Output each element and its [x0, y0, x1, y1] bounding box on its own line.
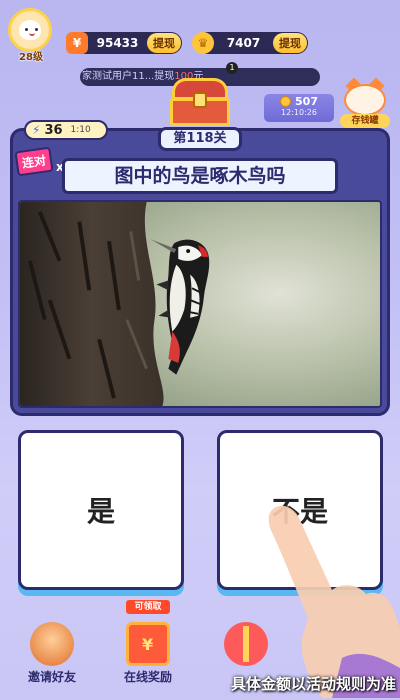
combo-label: 连对	[14, 146, 54, 177]
invite-friends-label: 邀请好友	[27, 670, 76, 684]
avatar-eye	[25, 28, 28, 31]
piggy-bank-label: 存钱罐	[340, 114, 390, 128]
level-indicator: 第118关	[158, 127, 242, 151]
invite-friends-icon	[30, 622, 74, 666]
answer-yes-button[interactable]: 是	[18, 430, 184, 590]
gold-withdraw-button[interactable]: 提现	[273, 33, 307, 53]
energy-count: 36	[44, 122, 63, 138]
ticker-prefix: 家测试用户11...提现	[82, 71, 175, 82]
cash-value: 95433	[96, 36, 139, 50]
piggy-timer: 12:10:26	[281, 108, 317, 117]
gold-balance: ♛ 7407 提现	[192, 32, 308, 54]
answer-yes-label: 是	[86, 495, 115, 528]
piggy-bank-button[interactable]: 存钱罐	[338, 77, 392, 128]
red-envelope-icon	[126, 622, 170, 666]
question-text: 图中的鸟是啄木鸟吗	[62, 158, 338, 194]
claimable-badge: 可领取	[126, 600, 170, 614]
user-avatar-block[interactable]: 28级	[8, 8, 54, 63]
cash-balance: ¥ 95433 提现	[66, 32, 182, 54]
gold-value: 7407	[226, 36, 261, 50]
avatar[interactable]	[8, 8, 52, 52]
pointing-hand-icon	[268, 505, 400, 698]
disclaimer-caption: 具体金额以活动规则为准	[230, 675, 396, 693]
cash-icon: ¥	[66, 32, 88, 54]
invite-friends-button[interactable]: 邀请好友	[12, 622, 92, 685]
question-image	[18, 200, 382, 408]
woodpecker-photo	[20, 202, 380, 406]
piggy-bank-icon	[344, 84, 386, 116]
chest-lock	[193, 92, 207, 108]
piggy-coin-value: 507	[295, 95, 318, 108]
piggy-bank-coins[interactable]: 507 12:10:26	[264, 94, 334, 122]
coin-icon	[280, 96, 292, 107]
treasure-chest-icon[interactable]	[168, 78, 232, 128]
cash-withdraw-button[interactable]: 提现	[147, 33, 181, 53]
energy-timer: 1:10	[70, 125, 91, 135]
piggy-coin-row: 507	[264, 95, 334, 108]
notification-badge: 1	[226, 62, 238, 74]
online-reward-button[interactable]: 在线奖励	[108, 622, 188, 685]
online-reward-label: 在线奖励	[123, 670, 172, 684]
crown-icon: ♛	[192, 32, 214, 54]
energy-counter: ⚡ 36 1:10	[24, 120, 108, 140]
avatar-eye	[35, 28, 38, 31]
lightning-icon: ⚡	[32, 123, 41, 137]
